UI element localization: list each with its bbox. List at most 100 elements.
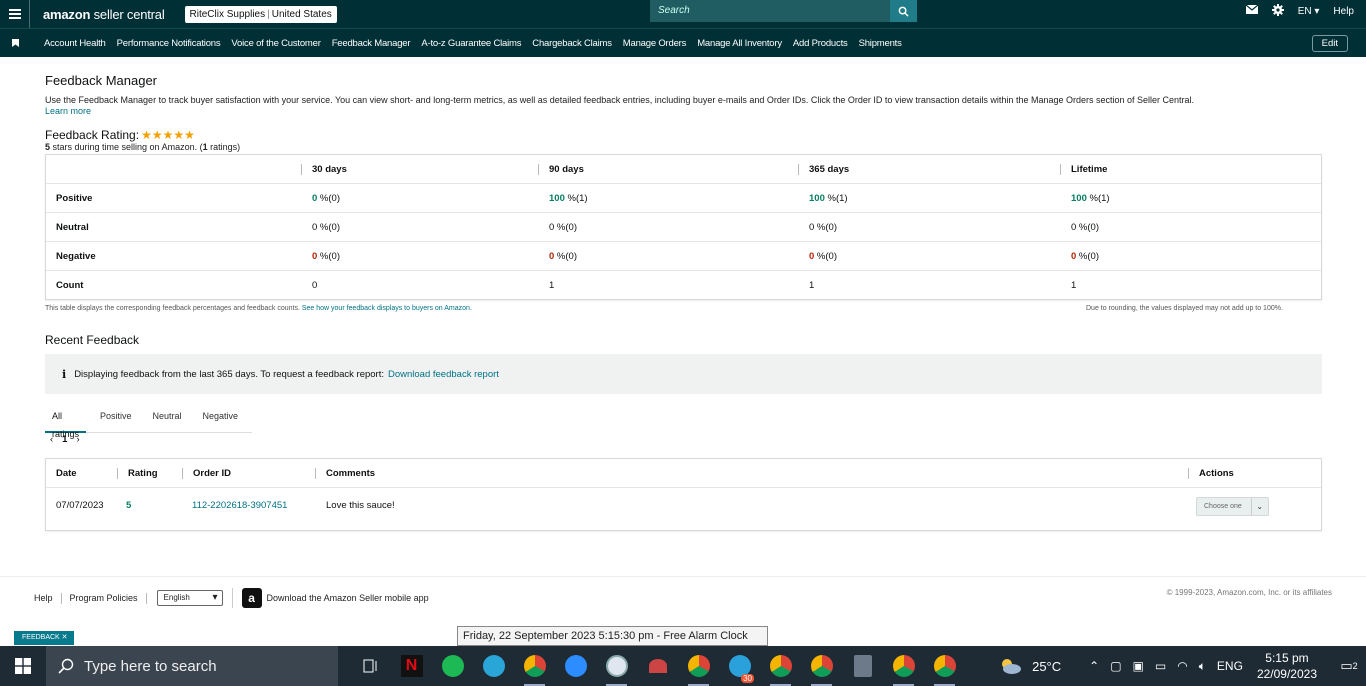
download-app-link[interactable]: Download the Amazon Seller mobile app — [267, 593, 429, 603]
download-report-link[interactable]: Download feedback report — [388, 369, 499, 380]
wifi-icon[interactable]: ◠ — [1177, 659, 1187, 673]
table-row: 07/07/2023 5 112-2202618-3907451 Love th… — [46, 488, 1321, 531]
header-actions: EN ▾ Help — [1245, 0, 1354, 22]
recent-feedback-heading: Recent Feedback — [45, 333, 140, 347]
actions-dropdown[interactable]: Choose one ⌄ — [1196, 497, 1269, 516]
tab-negative[interactable]: Negative — [196, 407, 246, 433]
language-selector[interactable]: EN ▾ — [1298, 6, 1320, 17]
nav-item-account-health[interactable]: Account Health — [44, 38, 106, 49]
tab-all-ratings[interactable]: All ratings — [45, 407, 86, 439]
snipping-tool-icon[interactable] — [637, 646, 678, 686]
language-dropdown[interactable]: English — [156, 590, 223, 606]
nav-item-add-products[interactable]: Add Products — [793, 38, 848, 49]
task-view-icon[interactable] — [350, 646, 391, 686]
chrome-icon[interactable] — [514, 646, 555, 686]
store-switcher[interactable]: RiteClix Supplies | United States — [184, 5, 337, 23]
volume-icon[interactable]: 🔈︎ — [1199, 659, 1206, 674]
bookmark-icon[interactable] — [0, 39, 30, 47]
column-rating[interactable]: Rating — [117, 468, 158, 479]
windows-start-icon[interactable] — [0, 646, 46, 686]
battery-icon[interactable]: ▭ — [1155, 659, 1166, 673]
system-clock[interactable]: 5:15 pm 22/09/2023 — [1257, 650, 1317, 682]
column-order-id[interactable]: Order ID — [182, 468, 231, 479]
amazon-app-icon[interactable]: a — [241, 588, 262, 608]
help-link[interactable]: Help — [1333, 6, 1354, 17]
metrics-row-label: Neutral — [56, 222, 89, 233]
metrics-cell: 0 %(0) — [549, 251, 577, 262]
feedback-comment: Love this sauce! — [326, 500, 395, 511]
column-date[interactable]: Date — [56, 459, 77, 488]
telegram-icon[interactable]: 30 — [719, 646, 760, 686]
weather-widget[interactable]: 25°C — [998, 657, 1061, 675]
edit-nav-button[interactable]: Edit — [1311, 35, 1348, 52]
metrics-cell: 0 — [312, 280, 318, 291]
display-icon[interactable]: ▣ — [1133, 659, 1144, 673]
notification-icon[interactable]: ▭ 2 — [1332, 658, 1366, 674]
metrics-column-header: 365 days — [798, 164, 849, 175]
chrome-profile-m-icon[interactable] — [760, 646, 801, 686]
metrics-row-label: Negative — [56, 251, 96, 262]
amazon-logo[interactable]: amazon seller central — [43, 7, 165, 22]
program-policies-link[interactable]: Program Policies — [62, 592, 147, 604]
nav-item-manage-all-inventory[interactable]: Manage All Inventory — [697, 38, 782, 49]
metrics-cell: 0 %(0) — [312, 222, 340, 233]
page-number[interactable]: 1 — [62, 434, 67, 445]
nav-item-chargeback-claims[interactable]: Chargeback Claims — [532, 38, 612, 49]
chrome-profile-icon[interactable] — [678, 646, 719, 686]
metrics-column-header: Lifetime — [1060, 164, 1107, 175]
chrome-profile-r-icon[interactable] — [924, 646, 965, 686]
metrics-cell: 0 %(0) — [312, 193, 340, 204]
metrics-row-count: Count 0 1 1 1 — [46, 271, 1321, 300]
divider — [231, 588, 233, 608]
menu-icon[interactable] — [0, 0, 30, 28]
order-id-link[interactable]: 112-2202618-3907451 — [192, 488, 287, 524]
chevron-down-icon[interactable]: ⌄ — [1250, 498, 1268, 515]
tab-neutral[interactable]: Neutral — [146, 407, 189, 433]
feedback-display-link[interactable]: See how your feedback displays to buyers… — [302, 305, 472, 312]
nav-item-a-to-z-guarantee-claims[interactable]: A-to-z Guarantee Claims — [421, 38, 521, 49]
rating-summary: 5 stars during time selling on Amazon. (… — [45, 142, 241, 152]
netflix-icon[interactable]: N — [391, 646, 432, 686]
metrics-cell: 0 %(0) — [1071, 251, 1099, 262]
nav-item-performance-notifications[interactable]: Performance Notifications — [117, 38, 221, 49]
nav-item-shipments[interactable]: Shipments — [859, 38, 902, 49]
metrics-row-label: Count — [56, 280, 84, 291]
chrome-profile-l-icon[interactable] — [801, 646, 842, 686]
metrics-cell: 100 %(1) — [1071, 193, 1110, 204]
nav-item-manage-orders[interactable]: Manage Orders — [623, 38, 687, 49]
column-comments[interactable]: Comments — [315, 468, 375, 479]
feedback-rating-heading: Feedback Rating: ★★★★★ — [45, 128, 195, 142]
prev-page-icon[interactable]: ‹ — [50, 434, 53, 445]
chrome-profile-s-icon[interactable] — [883, 646, 924, 686]
feedback-rating: 5 — [126, 500, 132, 511]
windows-taskbar: Type here to search N 30 25°C ⌃ ▢ ▣ ▭ ◠ … — [0, 646, 1366, 686]
taskbar-search-input[interactable]: Type here to search — [46, 646, 338, 686]
rating-tabs: All ratings Positive Neutral Negative — [45, 407, 252, 439]
metrics-cell: 1 — [1071, 280, 1077, 291]
canva-icon[interactable] — [473, 646, 514, 686]
metrics-cell: 0 %(0) — [809, 222, 837, 233]
language-indicator[interactable]: ENG — [1217, 659, 1243, 673]
search-input[interactable]: Search — [650, 0, 890, 22]
pagination: ‹ 1 › — [50, 434, 80, 445]
calculator-icon[interactable] — [842, 646, 883, 686]
mail-icon[interactable] — [1245, 4, 1259, 17]
metrics-cell: 100 %(1) — [549, 193, 588, 204]
next-page-icon[interactable]: › — [76, 434, 79, 445]
zoom-icon[interactable] — [555, 646, 596, 686]
chevron-up-icon[interactable]: ⌃ — [1089, 659, 1099, 673]
page-title: Feedback Manager — [45, 73, 158, 88]
feedback-table: Date Rating Order ID Comments Actions 07… — [45, 458, 1322, 531]
nav-item-feedback-manager[interactable]: Feedback Manager — [332, 38, 411, 49]
learn-more-link[interactable]: Learn more — [45, 106, 91, 116]
gear-icon[interactable] — [1271, 3, 1284, 19]
feedback-button[interactable]: FEEDBACK ✕ — [14, 631, 74, 645]
tab-positive[interactable]: Positive — [93, 407, 139, 433]
search-icon[interactable] — [890, 0, 917, 22]
nav-item-voice-of-the-customer[interactable]: Voice of the Customer — [231, 38, 320, 49]
metrics-header-row: 30 days 90 days 365 days Lifetime — [46, 155, 1321, 184]
footer-help-link[interactable]: Help — [34, 592, 62, 604]
alarm-clock-icon[interactable] — [596, 646, 637, 686]
meet-icon[interactable]: ▢ — [1110, 659, 1121, 673]
spotify-icon[interactable] — [432, 646, 473, 686]
